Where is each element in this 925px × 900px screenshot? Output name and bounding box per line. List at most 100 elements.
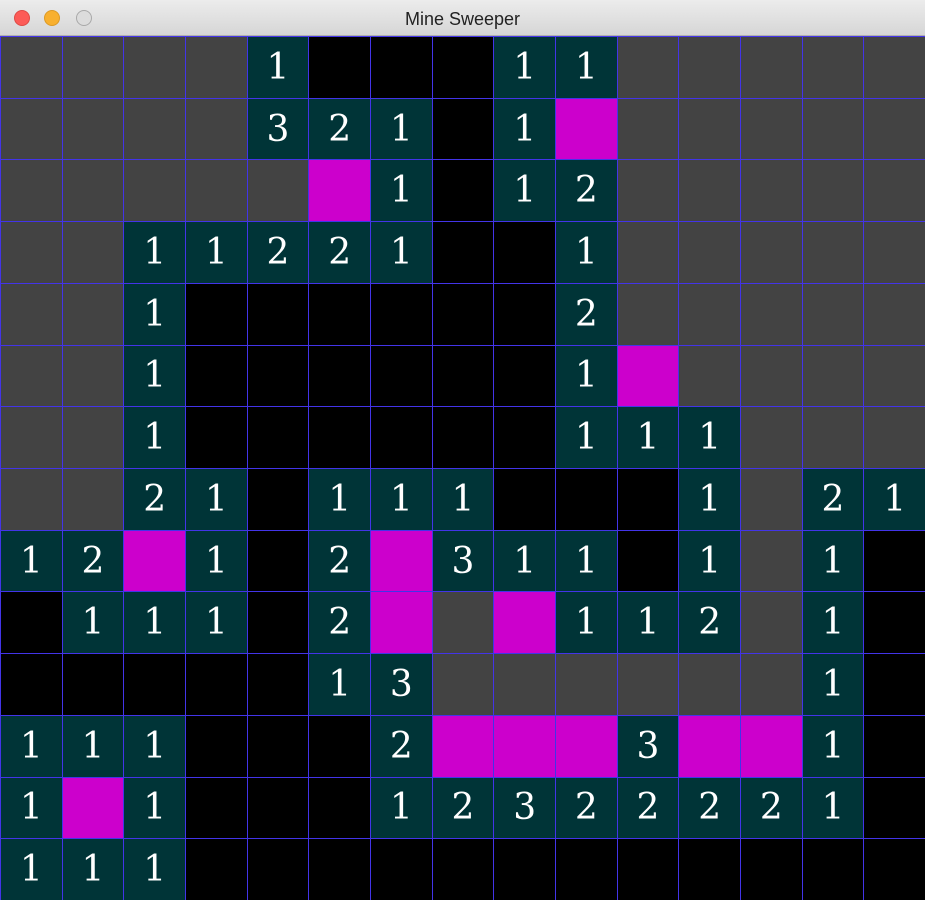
hidden-cell[interactable] <box>185 159 248 223</box>
hidden-cell[interactable] <box>185 97 248 161</box>
hidden-cell[interactable] <box>616 97 680 161</box>
empty-cell[interactable] <box>185 653 248 716</box>
hidden-cell[interactable] <box>0 468 63 531</box>
hidden-cell[interactable] <box>678 36 741 99</box>
empty-cell[interactable] <box>863 653 925 716</box>
empty-cell[interactable] <box>308 344 371 408</box>
empty-cell[interactable] <box>431 221 495 284</box>
mine-cell[interactable] <box>431 714 495 778</box>
hidden-cell[interactable] <box>246 159 310 223</box>
hidden-cell[interactable] <box>0 97 63 161</box>
empty-cell[interactable] <box>246 653 310 716</box>
empty-cell[interactable] <box>0 653 63 716</box>
number-cell[interactable]: 2 <box>308 591 371 655</box>
number-cell[interactable]: 1 <box>616 406 680 469</box>
empty-cell[interactable] <box>493 282 556 346</box>
hidden-cell[interactable] <box>801 344 865 408</box>
hidden-cell[interactable] <box>616 36 680 99</box>
number-cell[interactable]: 1 <box>123 776 186 840</box>
empty-cell[interactable] <box>863 529 925 593</box>
hidden-cell[interactable] <box>185 36 248 99</box>
number-cell[interactable]: 1 <box>678 529 741 593</box>
number-cell[interactable]: 1 <box>616 591 680 655</box>
number-cell[interactable]: 1 <box>555 591 618 655</box>
hidden-cell[interactable] <box>740 97 803 161</box>
empty-cell[interactable] <box>493 468 556 531</box>
empty-cell[interactable] <box>308 406 371 469</box>
number-cell[interactable]: 1 <box>370 776 433 840</box>
number-cell[interactable]: 3 <box>493 776 556 840</box>
number-cell[interactable]: 1 <box>370 97 433 161</box>
empty-cell[interactable] <box>555 838 618 900</box>
hidden-cell[interactable] <box>61 221 125 284</box>
empty-cell[interactable] <box>61 653 125 716</box>
empty-cell[interactable] <box>185 838 248 900</box>
number-cell[interactable]: 1 <box>555 529 618 593</box>
hidden-cell[interactable] <box>61 36 125 99</box>
hidden-cell[interactable] <box>61 468 125 531</box>
number-cell[interactable]: 1 <box>185 529 248 593</box>
mine-cell[interactable] <box>370 591 433 655</box>
number-cell[interactable]: 1 <box>308 468 371 531</box>
number-cell[interactable]: 1 <box>493 36 556 99</box>
number-cell[interactable]: 1 <box>308 653 371 716</box>
hidden-cell[interactable] <box>801 36 865 99</box>
number-cell[interactable]: 2 <box>801 468 865 531</box>
empty-cell[interactable] <box>863 838 925 900</box>
hidden-cell[interactable] <box>0 344 63 408</box>
hidden-cell[interactable] <box>61 159 125 223</box>
hidden-cell[interactable] <box>123 159 186 223</box>
hidden-cell[interactable] <box>555 653 618 716</box>
hidden-cell[interactable] <box>616 653 680 716</box>
hidden-cell[interactable] <box>740 221 803 284</box>
number-cell[interactable]: 1 <box>61 591 125 655</box>
mine-cell[interactable] <box>555 97 618 161</box>
number-cell[interactable]: 1 <box>0 838 63 900</box>
empty-cell[interactable] <box>493 344 556 408</box>
mine-cell[interactable] <box>370 529 433 593</box>
hidden-cell[interactable] <box>740 468 803 531</box>
number-cell[interactable]: 1 <box>185 468 248 531</box>
number-cell[interactable]: 3 <box>370 653 433 716</box>
number-cell[interactable]: 1 <box>123 591 186 655</box>
number-cell[interactable]: 1 <box>123 838 186 900</box>
number-cell[interactable]: 2 <box>61 529 125 593</box>
empty-cell[interactable] <box>246 468 310 531</box>
empty-cell[interactable] <box>308 776 371 840</box>
hidden-cell[interactable] <box>740 406 803 469</box>
hidden-cell[interactable] <box>678 159 741 223</box>
number-cell[interactable]: 1 <box>0 776 63 840</box>
hidden-cell[interactable] <box>616 221 680 284</box>
hidden-cell[interactable] <box>616 282 680 346</box>
empty-cell[interactable] <box>863 776 925 840</box>
mine-cell[interactable] <box>123 529 186 593</box>
number-cell[interactable]: 1 <box>370 221 433 284</box>
number-cell[interactable]: 1 <box>61 714 125 778</box>
number-cell[interactable]: 1 <box>0 714 63 778</box>
empty-cell[interactable] <box>740 838 803 900</box>
mine-cell[interactable] <box>555 714 618 778</box>
number-cell[interactable]: 2 <box>123 468 186 531</box>
hidden-cell[interactable] <box>678 344 741 408</box>
number-cell[interactable]: 1 <box>801 529 865 593</box>
number-cell[interactable]: 1 <box>123 714 186 778</box>
number-cell[interactable]: 2 <box>555 282 618 346</box>
number-cell[interactable]: 2 <box>308 529 371 593</box>
empty-cell[interactable] <box>431 159 495 223</box>
number-cell[interactable]: 1 <box>493 97 556 161</box>
empty-cell[interactable] <box>370 282 433 346</box>
hidden-cell[interactable] <box>801 406 865 469</box>
number-cell[interactable]: 1 <box>801 714 865 778</box>
hidden-cell[interactable] <box>61 97 125 161</box>
hidden-cell[interactable] <box>863 221 925 284</box>
number-cell[interactable]: 1 <box>678 468 741 531</box>
empty-cell[interactable] <box>431 282 495 346</box>
hidden-cell[interactable] <box>740 529 803 593</box>
number-cell[interactable]: 1 <box>431 468 495 531</box>
empty-cell[interactable] <box>246 714 310 778</box>
hidden-cell[interactable] <box>801 221 865 284</box>
hidden-cell[interactable] <box>431 653 495 716</box>
number-cell[interactable]: 2 <box>370 714 433 778</box>
hidden-cell[interactable] <box>678 282 741 346</box>
number-cell[interactable]: 2 <box>308 221 371 284</box>
